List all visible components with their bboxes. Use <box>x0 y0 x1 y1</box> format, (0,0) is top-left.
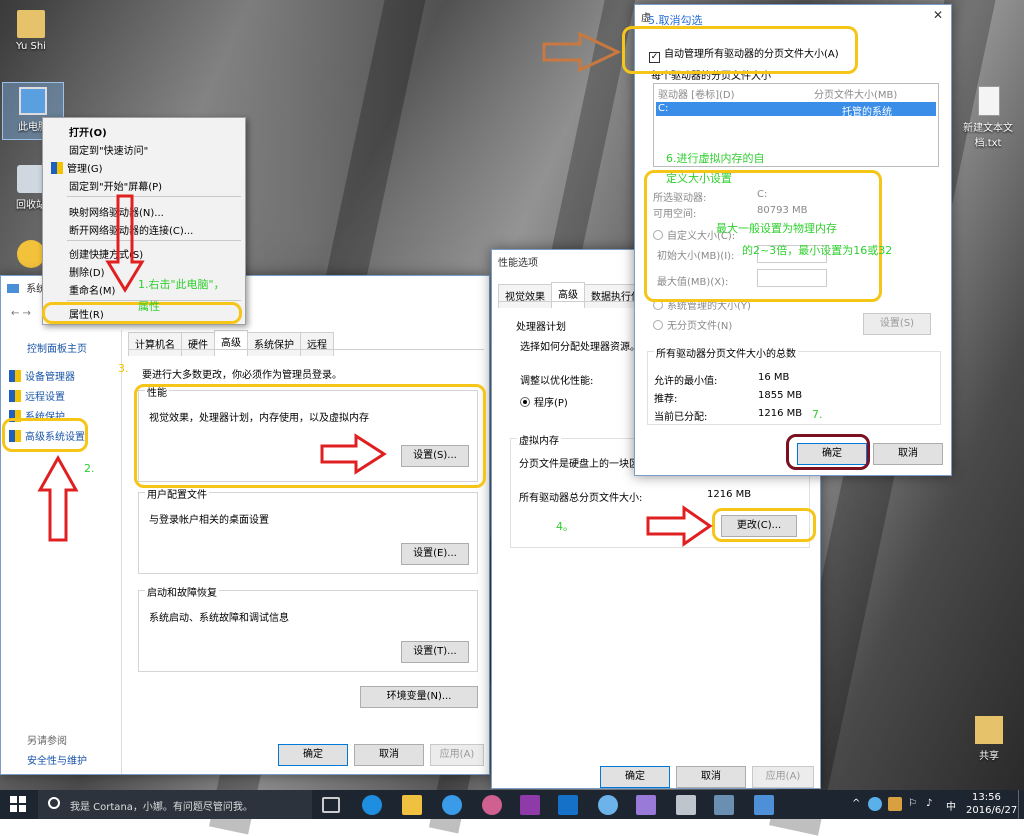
arrow-right-4 <box>646 505 713 547</box>
volume-icon[interactable]: ♪ <box>926 798 932 809</box>
remote-desktop-icon[interactable] <box>754 795 774 815</box>
cortana-icon <box>48 797 60 809</box>
tray-chevron-icon[interactable]: ^ <box>852 798 860 809</box>
cortana-search-text: 我是 Cortana，小娜。有问题尽管问我。 <box>70 802 253 813</box>
network-icon[interactable]: ⚐ <box>908 798 917 809</box>
printer-icon[interactable] <box>676 795 696 815</box>
annotation-step-6d: 的2~3倍，最小设置为16或32 <box>742 244 893 257</box>
annotation-step-6b: 定义大小设置 <box>666 172 732 185</box>
arrow-right-5 <box>542 31 622 73</box>
annotation-step-7: 7. <box>812 408 823 421</box>
annotation-step-4: 4。 <box>556 520 574 533</box>
arrow-right-3 <box>320 433 387 475</box>
annotation-step-6c: 最大一般设置为物理内存 <box>716 222 837 235</box>
tray-app-icon[interactable] <box>888 797 902 811</box>
internet-explorer-icon[interactable] <box>442 795 462 815</box>
edge-icon[interactable] <box>362 795 382 815</box>
app-icon[interactable] <box>482 795 502 815</box>
tray-app-icon[interactable] <box>868 797 882 811</box>
annotation-step-2: 2. <box>84 462 95 475</box>
task-view-icon[interactable] <box>322 797 340 813</box>
app-icon[interactable] <box>636 795 656 815</box>
ime-indicator[interactable]: 中 <box>946 798 956 813</box>
annotation-step-6: 6.进行虚拟内存的自 <box>666 152 765 165</box>
cortana-search-box[interactable]: 我是 Cortana，小娜。有问题尽管问我。 <box>38 790 312 819</box>
app-icon[interactable] <box>714 795 734 815</box>
annotation-step-5: 5.取消勾选 <box>648 14 703 27</box>
arrow-down-1 <box>105 194 145 293</box>
clock-date[interactable]: 2016/6/27 <box>966 805 1017 816</box>
annotation-step-1b: 属性 <box>138 300 160 313</box>
taskbar: 我是 Cortana，小娜。有问题尽管问我。 ^ ⚐ ♪ 中 13:56 201… <box>0 790 1024 819</box>
show-desktop-button[interactable] <box>1018 790 1024 819</box>
weather-icon[interactable] <box>598 795 618 815</box>
onenote-icon[interactable] <box>520 795 540 815</box>
file-explorer-icon[interactable] <box>402 795 422 815</box>
annotation-step-1: 1.右击"此电脑"， <box>138 278 225 291</box>
clock-time[interactable]: 13:56 <box>972 792 1001 803</box>
annotation-step-3: 3. <box>118 362 129 375</box>
outlook-icon[interactable] <box>558 795 578 815</box>
windows-start-icon[interactable] <box>10 796 26 812</box>
arrow-up-2 <box>37 454 79 542</box>
annotation-arrows <box>37 31 713 547</box>
